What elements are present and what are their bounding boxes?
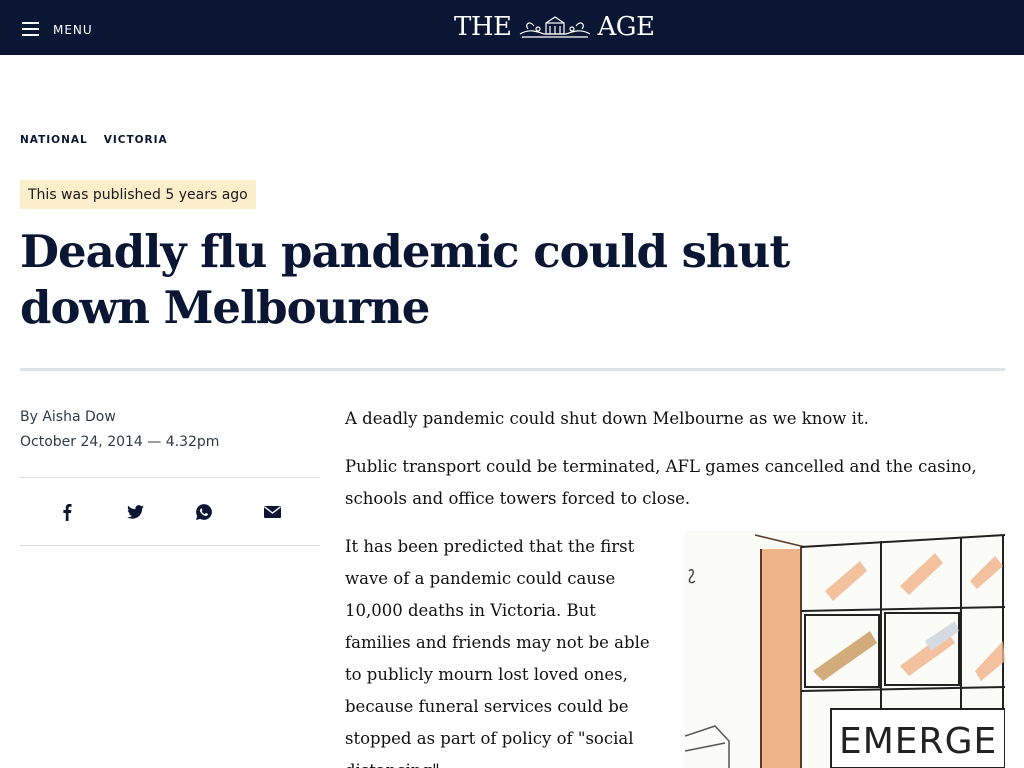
publish-date: October 24, 2014 — 4.32pm (20, 434, 220, 450)
cartoon-drawing: EMERGE (685, 534, 1005, 768)
section-links: NATIONAL VICTORIA (20, 134, 168, 146)
author-link[interactable]: Aisha Dow (42, 409, 115, 425)
email-share-button[interactable] (260, 500, 284, 524)
byline: By Aisha Dow October 24, 2014 — 4.32pm (20, 405, 320, 455)
crest-icon (519, 16, 590, 38)
section-link-victoria[interactable]: VICTORIA (104, 134, 168, 146)
share-bar (20, 477, 320, 546)
section-link-national[interactable]: NATIONAL (20, 134, 88, 146)
emergency-sign-text: EMERGE (839, 721, 997, 762)
menu-label: MENU (53, 22, 93, 37)
article-illustration[interactable]: EMERGE (685, 531, 1005, 768)
header-divider (20, 368, 1005, 371)
whatsapp-share-button[interactable] (192, 500, 216, 524)
byline-prefix: By (20, 409, 43, 425)
article-paragraph: Public transport could be terminated, AF… (345, 457, 977, 508)
facebook-share-button[interactable] (55, 500, 79, 524)
byline-author-line: By Aisha Dow (20, 405, 320, 430)
article-headline: Deadly flu pandemic could shut down Melb… (20, 225, 790, 334)
hamburger-icon (22, 21, 39, 36)
twitter-icon (126, 505, 144, 519)
whatsapp-icon (196, 504, 212, 520)
article-paragraph: A deadly pandemic could shut down Melbou… (345, 409, 869, 428)
published-age-badge: This was published 5 years ago (20, 180, 256, 209)
email-icon (263, 506, 281, 518)
top-bar: MENU THE AGE (0, 0, 1024, 55)
twitter-share-button[interactable] (123, 500, 147, 524)
facebook-icon (63, 504, 72, 521)
masthead-the: THE (454, 12, 512, 42)
masthead-age: AGE (597, 12, 656, 42)
menu-button[interactable]: MENU (22, 0, 93, 55)
article-paragraph: It has been predicted that the first wav… (345, 537, 650, 768)
masthead-logo[interactable]: THE AGE (454, 11, 655, 43)
